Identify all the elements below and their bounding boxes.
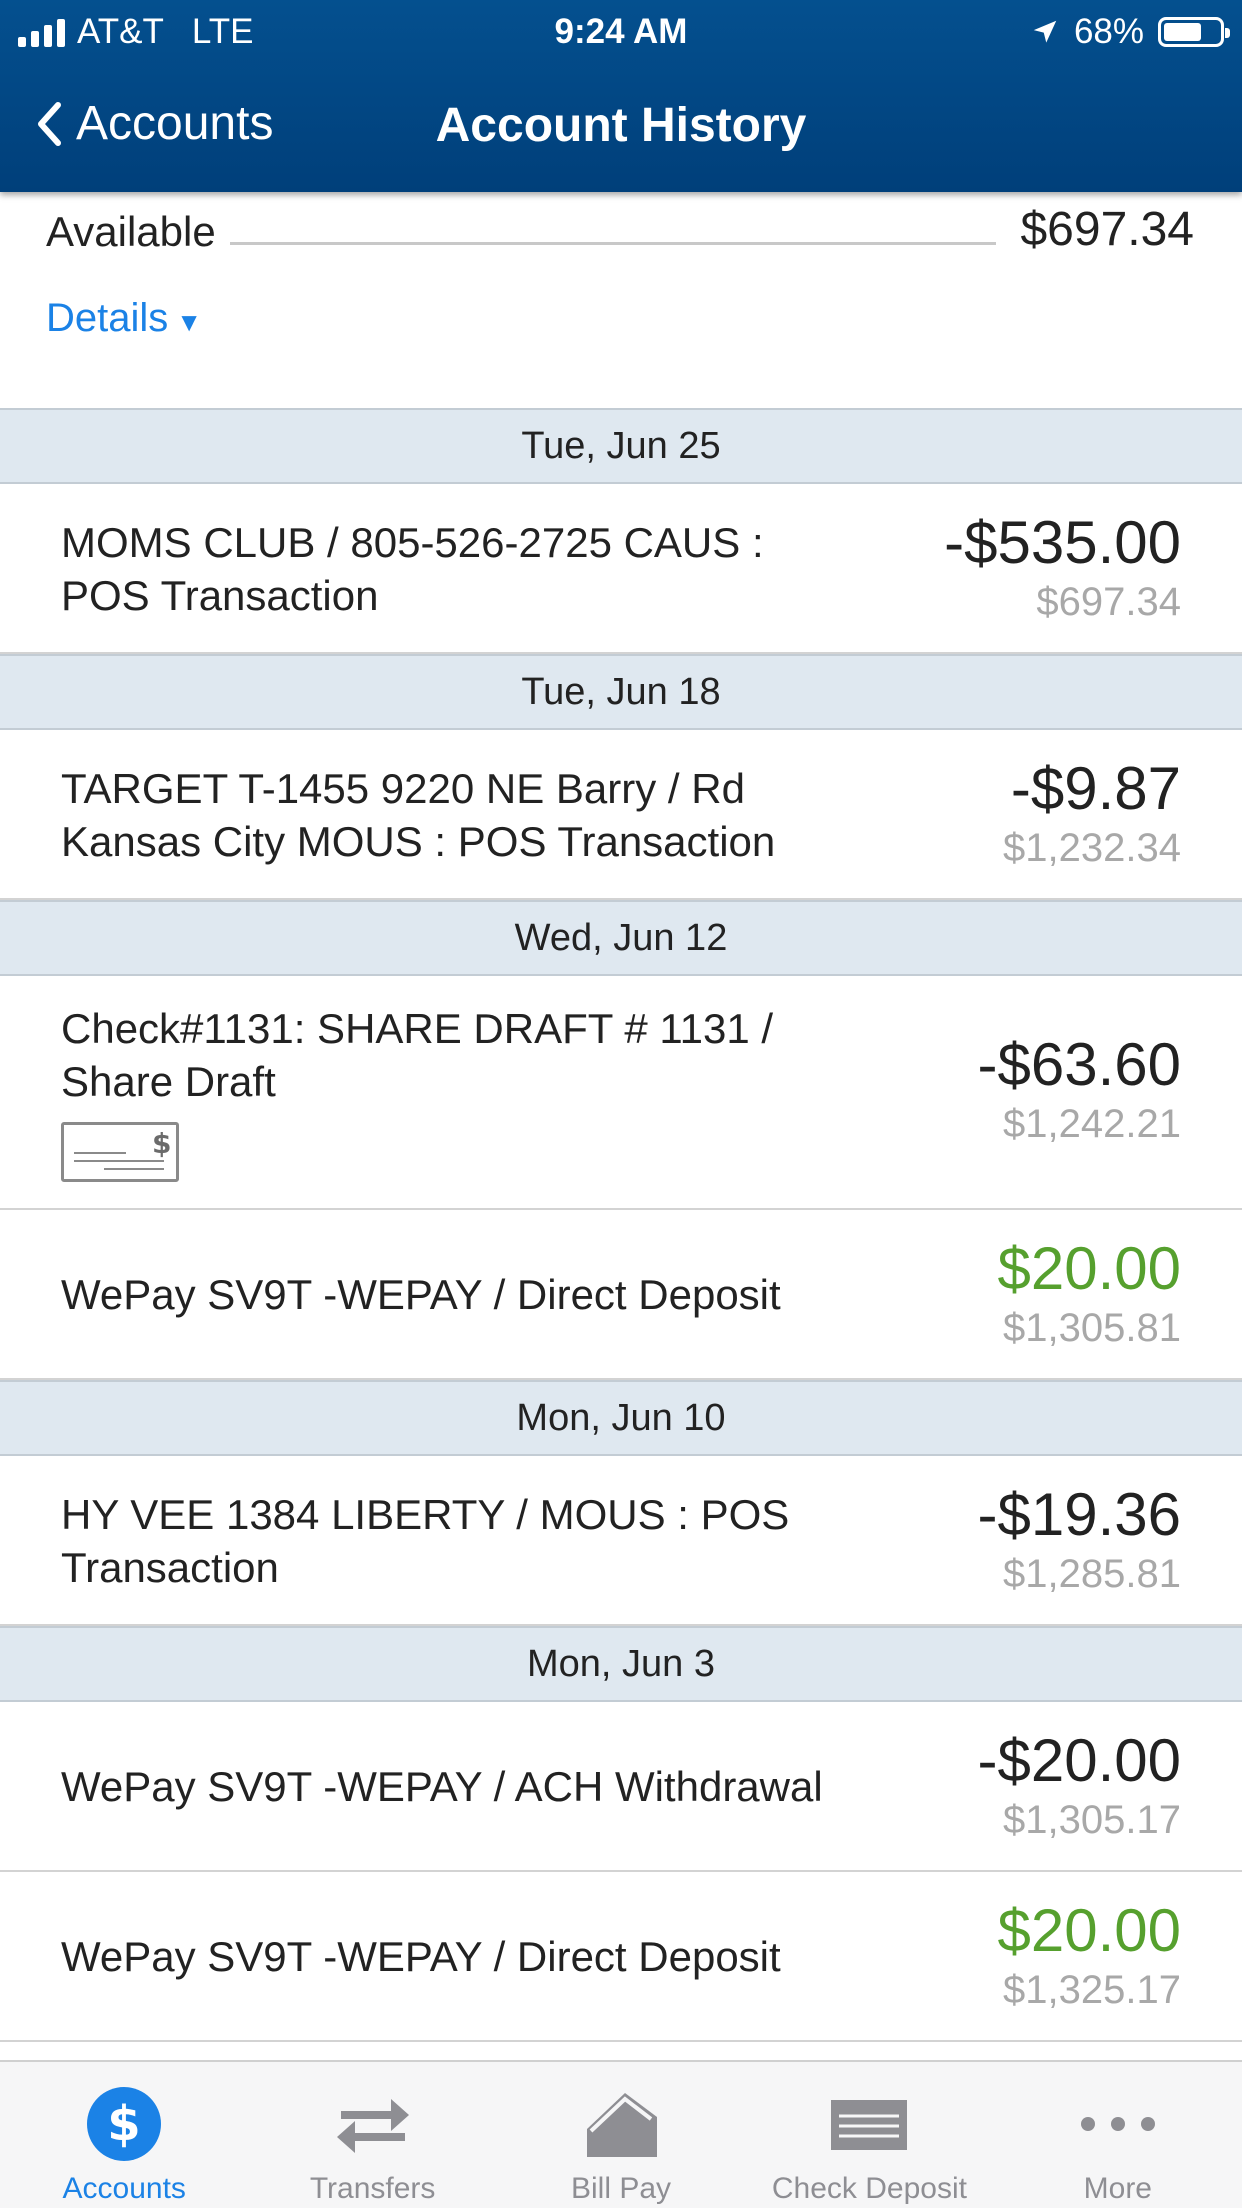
date-header: Tue, Jun 18 (0, 654, 1242, 730)
leader-line (230, 242, 996, 245)
battery-icon (1158, 17, 1230, 47)
transaction-amount: -$20.00 (977, 1727, 1182, 1794)
description-line-1: WePay SV9T -WEPAY / ACH Withdrawal (61, 1763, 823, 1810)
transaction-description: WePay SV9T -WEPAY / Direct Deposit (61, 1930, 881, 1983)
transaction-row[interactable]: TARGET T-1455 9220 NE Barry / Rd Kansas … (0, 730, 1242, 900)
running-balance: $697.34 (1036, 580, 1181, 624)
svg-text:$: $ (108, 2096, 141, 2152)
date-header: Tue, Jun 25 (0, 408, 1242, 484)
tab-more[interactable]: More (994, 2062, 1242, 2208)
tab-label: Check Deposit (771, 2172, 967, 2205)
status-bar: AT&T LTE 9:24 AM 68% (0, 0, 1242, 62)
running-balance: $1,325.17 (1003, 1968, 1181, 2012)
location-arrow-icon (1033, 20, 1057, 43)
description-line-1: Check#1131: SHARE DRAFT # 1131 / (61, 1005, 774, 1052)
details-toggle[interactable]: Details ▼ (46, 296, 202, 341)
description-line-1: TARGET T-1455 9220 NE Barry / Rd (61, 765, 745, 812)
transaction-row[interactable]: WePay SV9T -WEPAY / Direct Deposit $20.0… (0, 1210, 1242, 1380)
running-balance: $1,305.17 (1003, 1798, 1181, 1842)
dollar-circle-icon: $ (81, 2084, 167, 2164)
transaction-row[interactable]: MOMS CLUB / 805-526-2725 CAUS : POS Tran… (0, 484, 1242, 654)
transfer-arrows-icon (330, 2084, 416, 2164)
tab-label: More (1083, 2172, 1152, 2205)
transaction-amount: -$19.36 (977, 1481, 1182, 1548)
tab-transfers[interactable]: Transfers (248, 2062, 496, 2208)
transaction-description: TARGET T-1455 9220 NE Barry / Rd Kansas … (61, 762, 881, 868)
description-line-1: MOMS CLUB / 805-526-2725 CAUS : (61, 519, 764, 566)
transaction-description: WePay SV9T -WEPAY / Direct Deposit (61, 1268, 881, 1321)
running-balance: $1,242.21 (1003, 1102, 1181, 1146)
nav-bar: Accounts Account History (0, 80, 1242, 172)
description-line-2: POS Transaction (61, 572, 379, 619)
tab-label: Transfers (309, 2172, 436, 2205)
transaction-row[interactable]: Check#1131: SHARE DRAFT # 1131 / Share D… (0, 976, 1242, 1210)
transaction-amount: -$63.60 (977, 1031, 1182, 1098)
app-header: AT&T LTE 9:24 AM 68% Accounts Account Hi… (0, 0, 1242, 192)
description-line-2: Share Draft (61, 1058, 276, 1105)
transaction-description: MOMS CLUB / 805-526-2725 CAUS : POS Tran… (61, 516, 881, 622)
description-line-2: Kansas City MOUS : POS Transaction (61, 818, 776, 865)
transaction-amount: $20.00 (997, 1235, 1181, 1302)
tab-label: Accounts (62, 2172, 186, 2205)
svg-text:$: $ (152, 1127, 171, 1160)
check-deposit-icon (826, 2084, 912, 2164)
transaction-row[interactable]: WePay SV9T -WEPAY / ACH Withdrawal -$20.… (0, 1702, 1242, 1872)
more-dots-icon (1075, 2084, 1161, 2164)
bill-pay-icon (578, 2084, 664, 2164)
description-line-2: Transaction (61, 1544, 279, 1591)
description-line-1: WePay SV9T -WEPAY / Direct Deposit (61, 1933, 781, 1980)
transaction-amount: $20.00 (997, 1897, 1181, 1964)
status-right: 68% (1030, 12, 1230, 52)
check-image-icon[interactable]: $ (61, 1122, 179, 1182)
transaction-list[interactable]: Tue, Jun 25 MOMS CLUB / 805-526-2725 CAU… (0, 408, 1242, 2042)
date-header: Mon, Jun 10 (0, 1380, 1242, 1456)
tab-bill-pay[interactable]: Bill Pay (497, 2062, 745, 2208)
caret-down-icon: ▼ (176, 307, 202, 337)
transaction-amount: -$9.87 (1010, 755, 1181, 822)
available-label: Available (46, 208, 216, 255)
available-value: $697.34 (1020, 203, 1194, 256)
date-header: Mon, Jun 3 (0, 1626, 1242, 1702)
tab-check-deposit[interactable]: Check Deposit (745, 2062, 993, 2208)
transaction-description: WePay SV9T -WEPAY / ACH Withdrawal (61, 1760, 881, 1813)
description-line-1: WePay SV9T -WEPAY / Direct Deposit (61, 1271, 781, 1318)
tab-label: Bill Pay (570, 2172, 672, 2205)
running-balance: $1,285.81 (1003, 1552, 1181, 1596)
description-line-1: HY VEE 1384 LIBERTY / MOUS : POS (61, 1491, 790, 1538)
transaction-amount: -$535.00 (944, 509, 1181, 576)
running-balance: $1,305.81 (1003, 1306, 1181, 1350)
available-balance-section: Available $697.34 Details ▼ (0, 192, 1242, 408)
details-label: Details (46, 296, 169, 340)
page-title: Account History (435, 99, 807, 152)
date-header: Wed, Jun 12 (0, 900, 1242, 976)
tab-accounts[interactable]: $ Accounts (0, 2062, 248, 2208)
check-graphic: $ (74, 1127, 171, 1170)
transaction-row[interactable]: WePay SV9T -WEPAY / Direct Deposit $20.0… (0, 1872, 1242, 2042)
running-balance: $1,232.34 (1003, 826, 1181, 870)
transaction-row[interactable]: HY VEE 1384 LIBERTY / MOUS : POS Transac… (0, 1456, 1242, 1626)
battery-percent: 68% (1073, 12, 1144, 51)
transaction-description: Check#1131: SHARE DRAFT # 1131 / Share D… (61, 1002, 881, 1108)
transaction-description: HY VEE 1384 LIBERTY / MOUS : POS Transac… (61, 1488, 881, 1594)
tab-bar: $ Accounts Transfers Bill Pay Check Depo… (0, 2060, 1242, 2208)
